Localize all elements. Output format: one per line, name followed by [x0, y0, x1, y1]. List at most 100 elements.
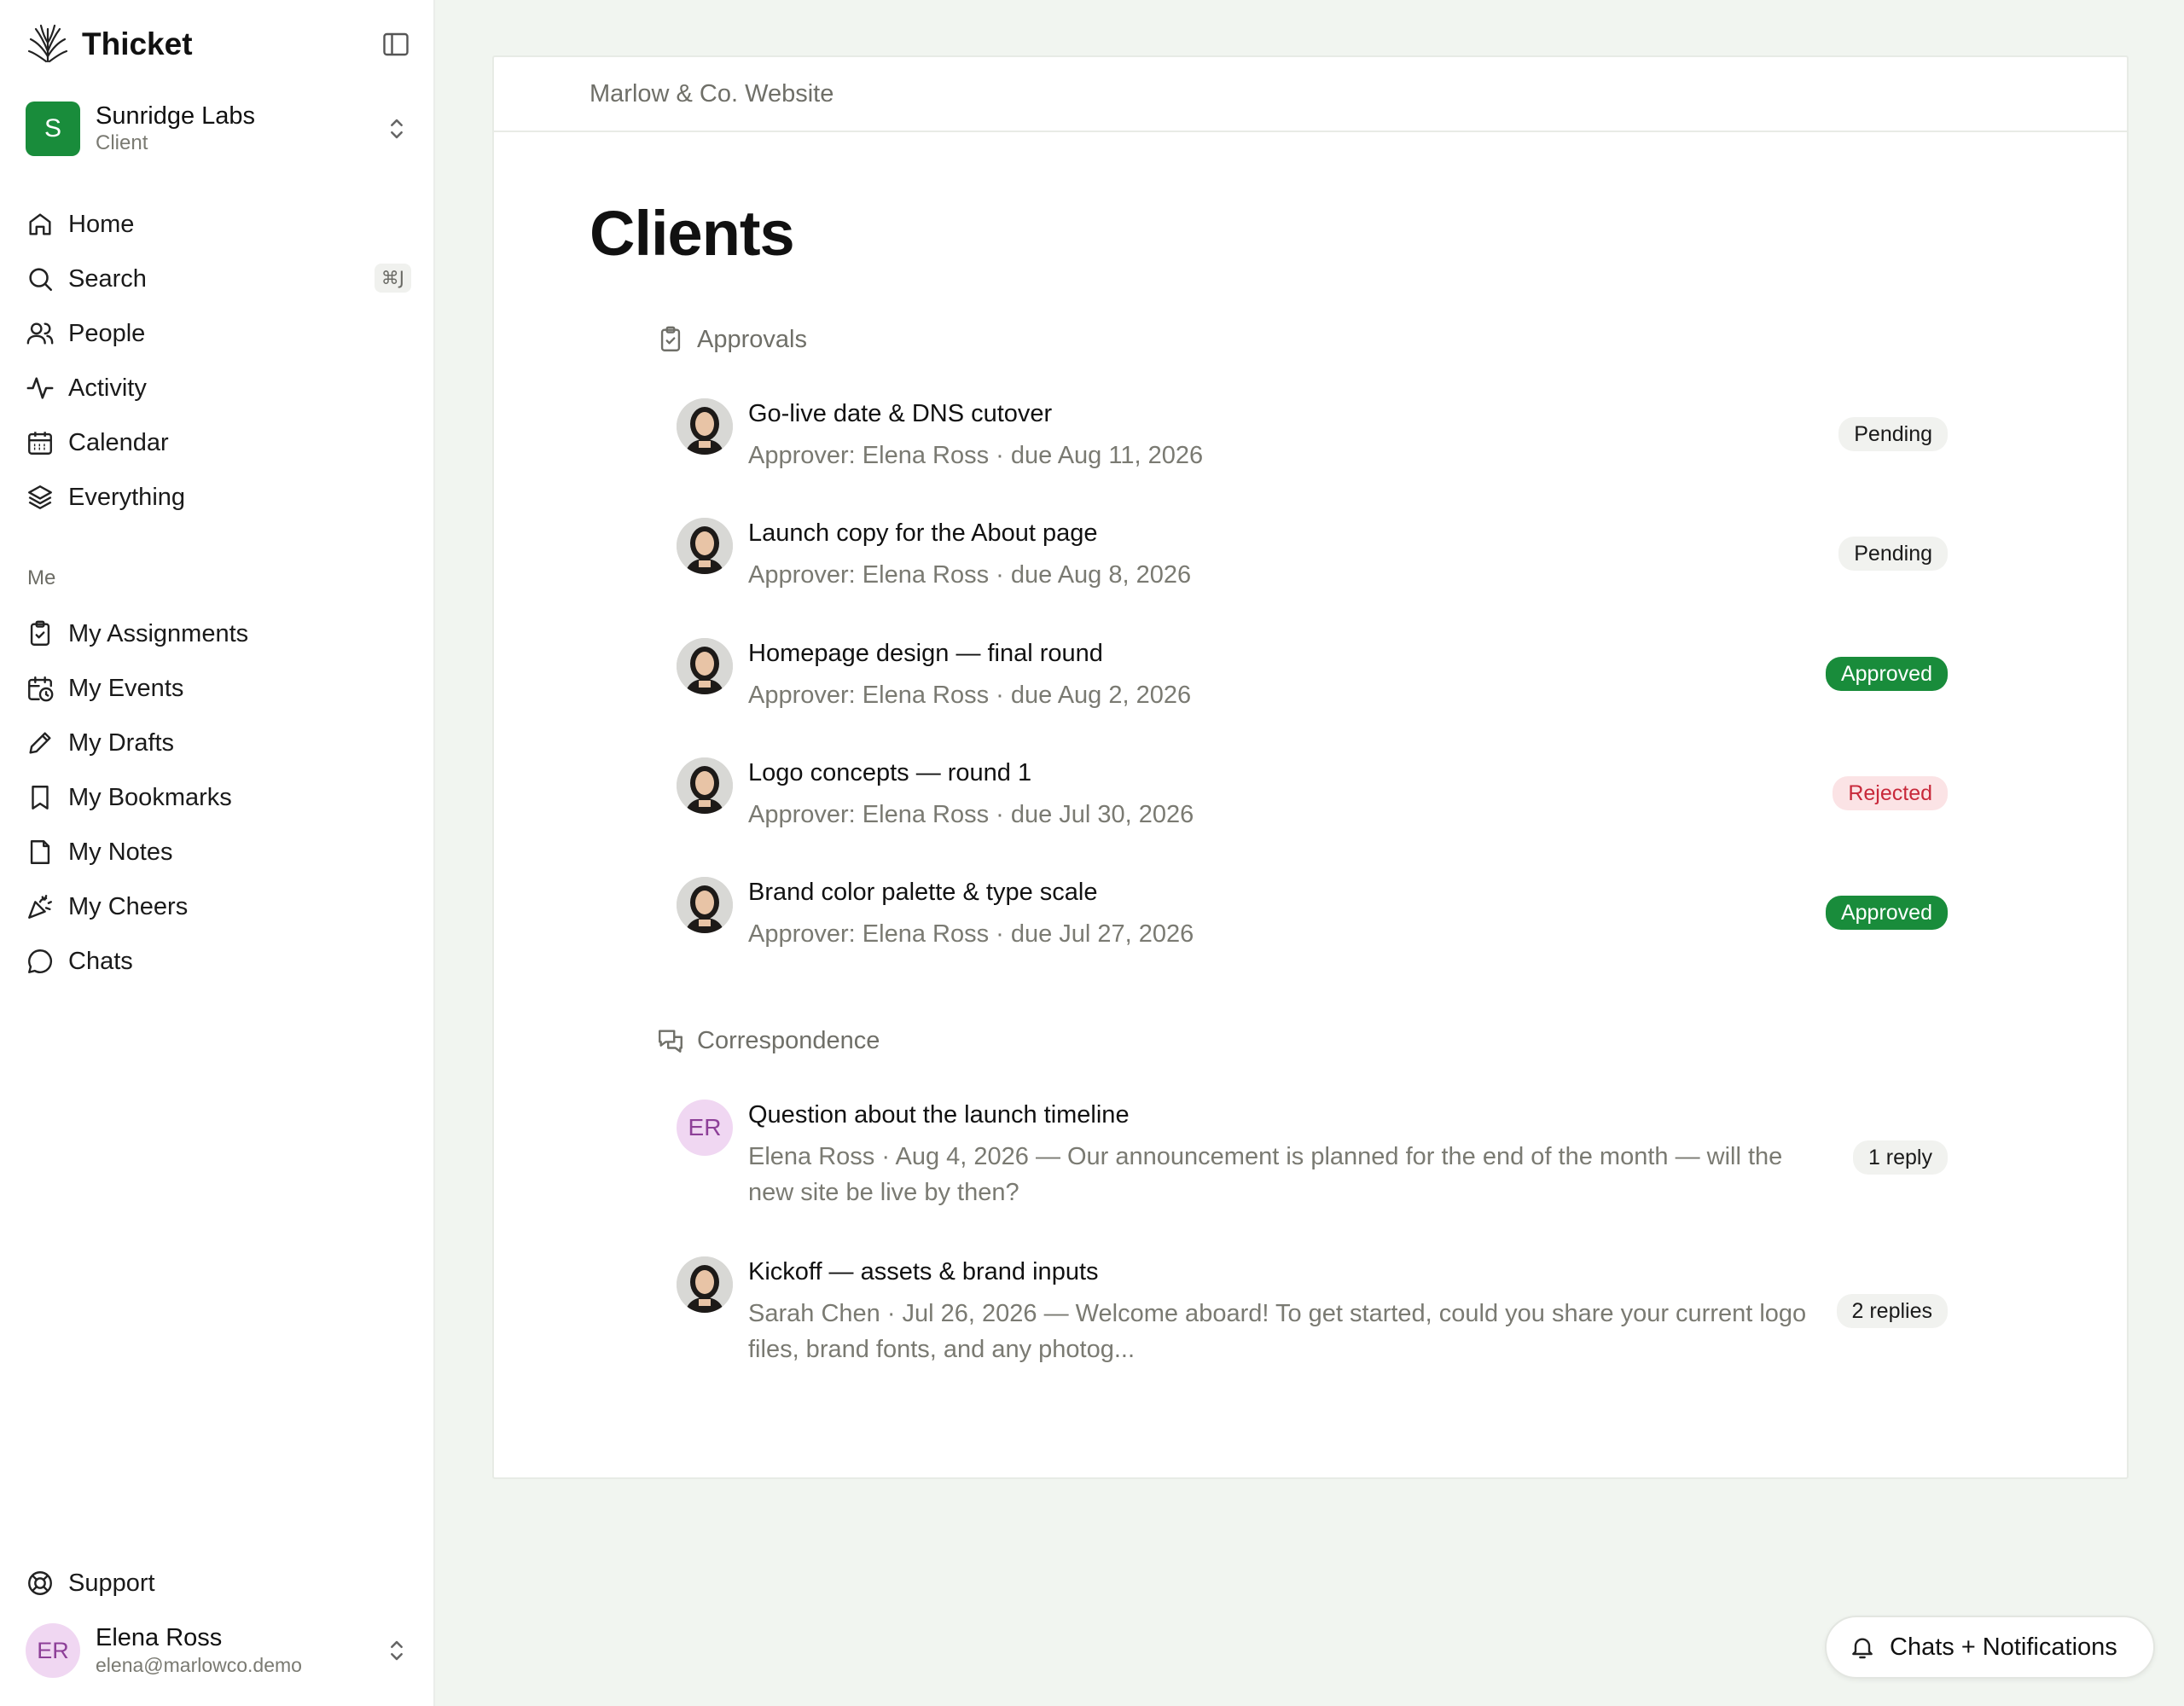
- thread-row[interactable]: Kickoff — assets & brand inputs Sarah Ch…: [677, 1256, 1948, 1376]
- user-menu[interactable]: ER Elena Ross elena@marlowco.demo: [26, 1622, 411, 1679]
- bell-icon: [1852, 1638, 1873, 1659]
- messages-icon: [659, 1030, 682, 1053]
- approval-meta: Approver: Elena Ross · due Aug 11, 2026: [748, 442, 1204, 469]
- brand[interactable]: Thicket: [26, 20, 193, 68]
- approver-avatar: [677, 757, 733, 814]
- approval-row[interactable]: Go-live date & DNS cutover Approver: Ele…: [677, 398, 1948, 518]
- nav-my-cheers[interactable]: My Cheers: [26, 879, 411, 934]
- chevrons-up-down-icon: [391, 1640, 403, 1661]
- clipboard-check-icon: [660, 326, 681, 351]
- approval-row[interactable]: Homepage design — final round Approver: …: [677, 638, 1948, 757]
- approval-title: Launch copy for the About page: [748, 519, 1098, 547]
- approvals-list: Go-live date & DNS cutover Approver: Ele…: [677, 398, 1948, 996]
- approver-avatar: [677, 518, 733, 574]
- workspace-switcher[interactable]: S Sunridge Labs Client: [26, 101, 411, 157]
- chevrons-up-down-icon: [391, 119, 403, 139]
- sidebar: Thicket S Sunridge Labs Client Home Sear…: [0, 0, 435, 1706]
- correspondence-list: ER Question about the launch timeline El…: [677, 1100, 1948, 1376]
- nav-calendar-label: Calendar: [68, 428, 169, 456]
- nav-everything[interactable]: Everything: [26, 470, 411, 525]
- nav-home[interactable]: Home: [26, 197, 411, 252]
- nav-my-cheers-label: My Cheers: [68, 892, 189, 920]
- workspace-role: Client: [96, 131, 148, 154]
- approval-row[interactable]: Launch copy for the About page Approver:…: [677, 518, 1948, 638]
- user-email: elena@marlowco.demo: [96, 1654, 302, 1676]
- search-icon: [29, 268, 53, 292]
- nav-my-assignments[interactable]: My Assignments: [26, 606, 411, 661]
- correspondence-heading: Correspondence: [656, 1026, 880, 1055]
- nav-search[interactable]: Search ⌘J: [26, 252, 411, 306]
- approver-avatar: [677, 398, 733, 455]
- lifebuoy-icon: [28, 1571, 52, 1595]
- nav-my-bookmarks-label: My Bookmarks: [68, 783, 232, 811]
- approver-avatar: [677, 638, 733, 694]
- nav-support-label: Support: [68, 1569, 155, 1597]
- thread-row[interactable]: ER Question about the launch timeline El…: [677, 1100, 1948, 1256]
- thicket-logo-icon: [27, 24, 68, 63]
- nav-my-events-label: My Events: [68, 674, 184, 702]
- calendar-icon: [28, 432, 52, 455]
- party-popper-icon: [28, 895, 52, 919]
- clipboard-check-icon: [30, 620, 50, 646]
- author-avatar: [677, 1256, 733, 1313]
- search-shortcut: ⌘J: [374, 264, 411, 293]
- nav-people-label: People: [68, 319, 146, 347]
- approver-avatar: [677, 877, 733, 933]
- nav-chats-label: Chats: [68, 947, 133, 975]
- calendar-clock-icon: [28, 676, 54, 702]
- chat-bubble-icon: [28, 949, 53, 973]
- approval-meta: Approver: Elena Ross · due Jul 27, 2026: [748, 920, 1194, 948]
- me-section-label: Me: [27, 566, 56, 589]
- nav-my-events[interactable]: My Events: [26, 661, 411, 716]
- thread-title: Question about the launch timeline: [748, 1101, 1130, 1129]
- user-name: Elena Ross: [96, 1624, 223, 1651]
- status-badge: Pending: [1838, 417, 1948, 451]
- support-nav: Support: [26, 1556, 411, 1610]
- main-nav: Home Search ⌘J People Activity Calendar …: [26, 197, 411, 525]
- app-name: Thicket: [82, 26, 193, 61]
- nav-chats[interactable]: Chats: [26, 934, 411, 989]
- breadcrumb[interactable]: Marlow & Co. Website: [590, 80, 834, 108]
- home-icon: [29, 213, 51, 235]
- main-panel: Marlow & Co. Website Clients Approvals G…: [492, 55, 2129, 1479]
- nav-my-bookmarks[interactable]: My Bookmarks: [26, 770, 411, 825]
- thread-preview: Elena Ross · Aug 4, 2026 — Our announcem…: [748, 1143, 1783, 1206]
- nav-my-drafts[interactable]: My Drafts: [26, 716, 411, 770]
- bookmark-icon: [32, 786, 49, 809]
- thread-preview: Sarah Chen · Jul 26, 2026 — Welcome aboa…: [748, 1300, 1807, 1363]
- nav-people[interactable]: People: [26, 306, 411, 361]
- nav-my-notes-label: My Notes: [68, 838, 173, 866]
- approval-meta: Approver: Elena Ross · due Aug 2, 2026: [748, 682, 1192, 709]
- pencil-icon: [29, 732, 51, 754]
- nav-search-label: Search: [68, 264, 147, 293]
- activity-icon: [26, 377, 54, 399]
- chats-notifications-button[interactable]: Chats + Notifications: [1825, 1616, 2155, 1679]
- nav-my-assignments-label: My Assignments: [68, 619, 249, 647]
- nav-calendar[interactable]: Calendar: [26, 415, 411, 470]
- thread-title: Kickoff — assets & brand inputs: [748, 1258, 1099, 1285]
- reply-count-badge: 1 reply: [1852, 1140, 1948, 1175]
- nav-my-notes[interactable]: My Notes: [26, 825, 411, 879]
- approval-row[interactable]: Logo concepts — round 1 Approver: Elena …: [677, 757, 1948, 877]
- panel-header: Marlow & Co. Website: [494, 57, 2127, 132]
- nav-activity[interactable]: Activity: [26, 361, 411, 415]
- nav-support[interactable]: Support: [26, 1556, 411, 1610]
- status-badge: Pending: [1838, 537, 1948, 571]
- nav-activity-label: Activity: [68, 374, 147, 402]
- workspace-name: Sunridge Labs: [96, 102, 256, 130]
- approval-title: Go-live date & DNS cutover: [748, 400, 1053, 427]
- chats-notifications-label: Chats + Notifications: [1890, 1633, 2117, 1661]
- approval-title: Logo concepts — round 1: [748, 759, 1032, 786]
- people-icon: [26, 322, 54, 345]
- nav-everything-label: Everything: [68, 483, 186, 511]
- approvals-heading: Approvals: [656, 325, 807, 354]
- status-badge: Rejected: [1833, 776, 1948, 810]
- nav-my-drafts-label: My Drafts: [68, 728, 175, 757]
- approval-row[interactable]: Brand color palette & type scale Approve…: [677, 877, 1948, 996]
- status-badge: Approved: [1825, 657, 1948, 691]
- sidebar-toggle-icon[interactable]: [380, 29, 411, 60]
- correspondence-heading-label: Correspondence: [697, 1026, 880, 1054]
- approval-meta: Approver: Elena Ross · due Jul 30, 2026: [748, 801, 1194, 828]
- approval-title: Brand color palette & type scale: [748, 879, 1098, 906]
- user-avatar: ER: [26, 1623, 80, 1678]
